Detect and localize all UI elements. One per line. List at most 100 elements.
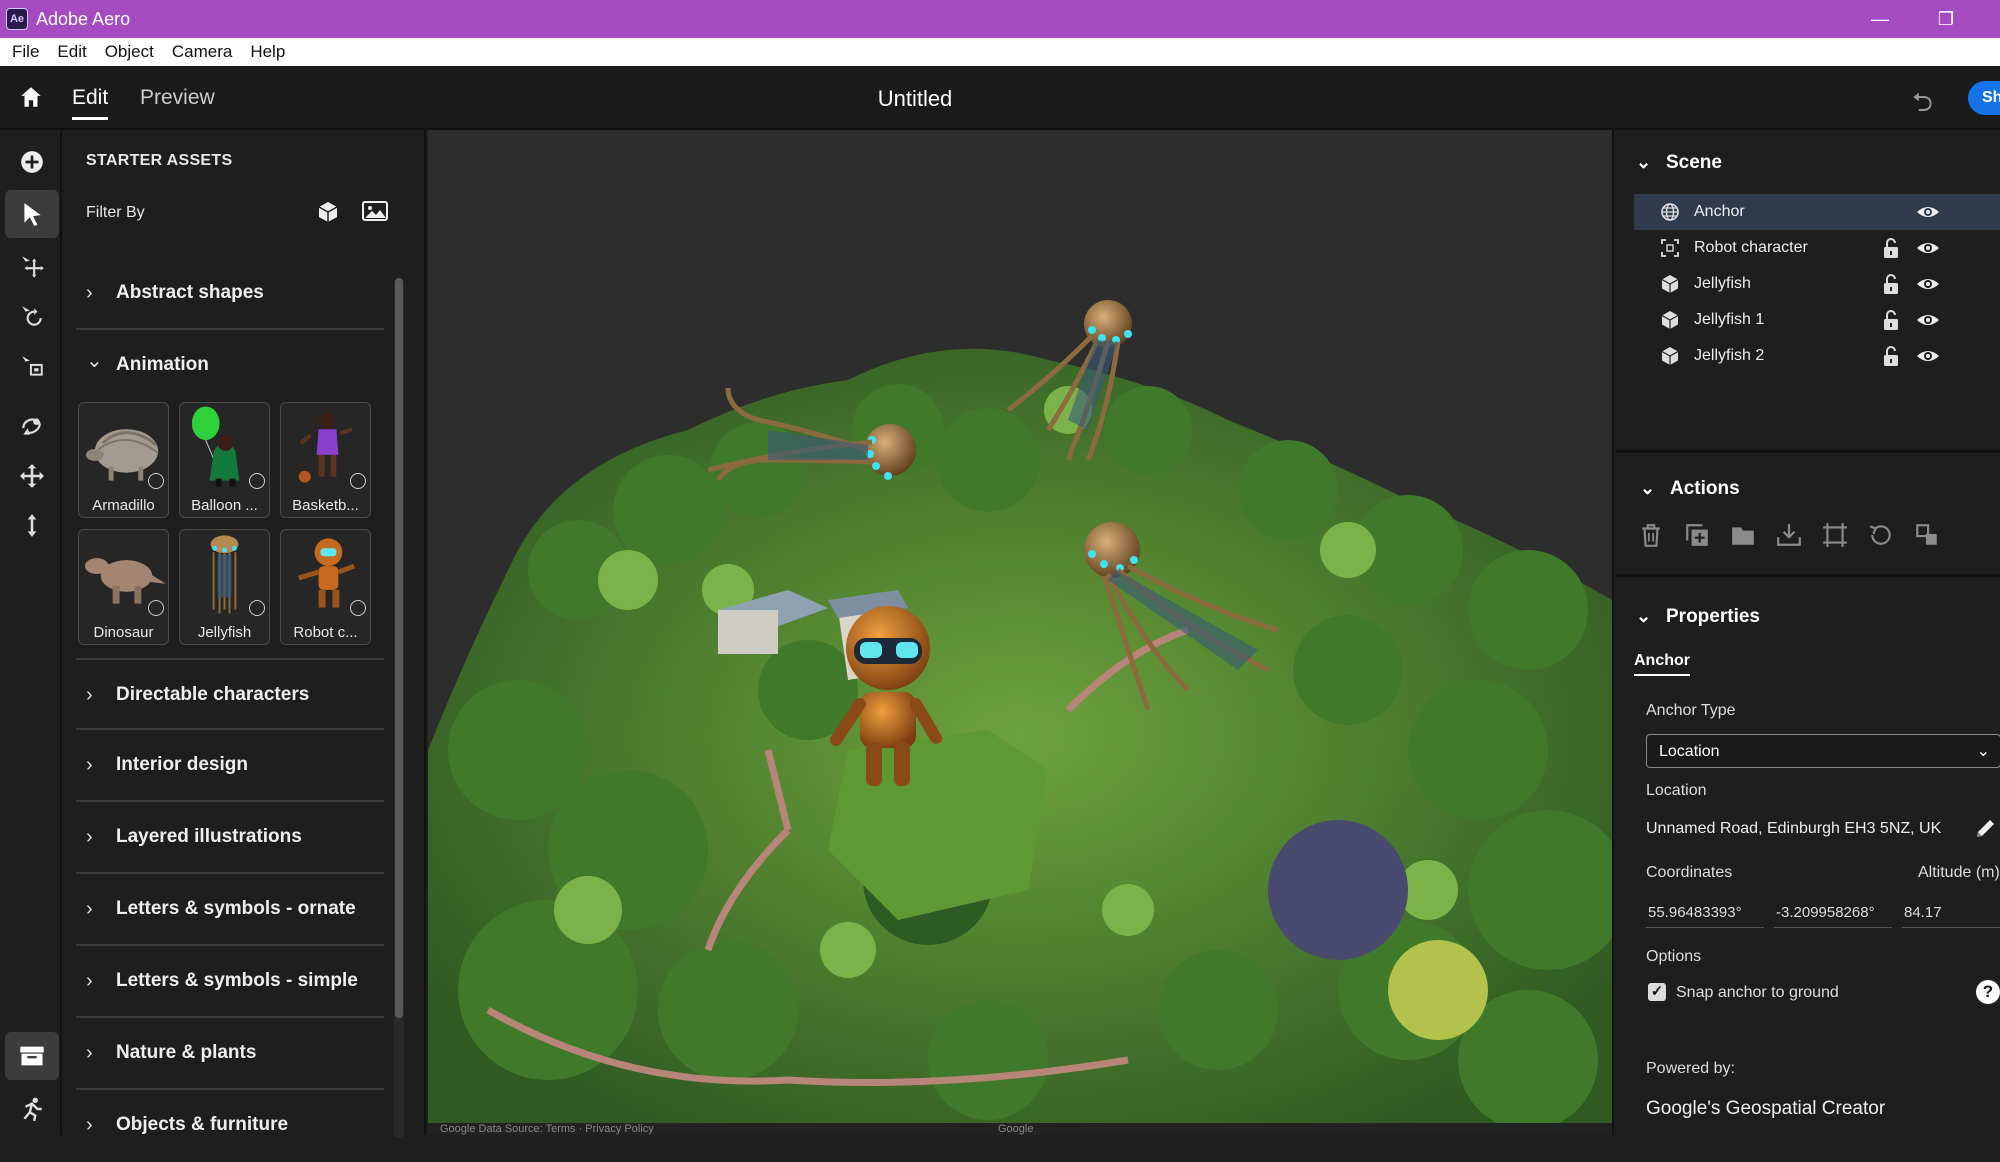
- chevron-down-icon: ⌄: [1636, 152, 1652, 172]
- category-interior-design[interactable]: › Interior design: [76, 730, 384, 802]
- category-directable-characters[interactable]: › Directable characters: [76, 658, 384, 730]
- eye-icon[interactable]: [1916, 310, 1940, 330]
- asset-card-balloon[interactable]: Balloon ...: [179, 402, 270, 518]
- category-letters-symbols-simple[interactable]: › Letters & symbols - simple: [76, 946, 384, 1018]
- pan-icon[interactable]: [5, 452, 59, 500]
- layer-name: Jellyfish: [1694, 275, 1751, 292]
- delete-icon[interactable]: [1638, 522, 1664, 548]
- scene-section-header[interactable]: ⌄ Scene: [1636, 152, 1722, 174]
- options-label: Options: [1646, 948, 1702, 965]
- yellow-tree: [1388, 940, 1488, 1040]
- scale-icon[interactable]: [5, 342, 59, 390]
- category-animation[interactable]: ⌄ Animation: [76, 330, 384, 402]
- category-label: Letters & symbols - simple: [116, 970, 358, 991]
- reset-icon[interactable]: [1868, 522, 1894, 548]
- menu-edit[interactable]: Edit: [48, 42, 95, 62]
- cube-icon: [1661, 275, 1679, 293]
- layer-jellyfish-2[interactable]: Jellyfish 2: [1634, 338, 2000, 374]
- assets-scrollbar-thumb[interactable]: [395, 278, 403, 1018]
- anchor-type-select[interactable]: Location ⌄: [1646, 734, 2000, 768]
- animated-badge-icon: [249, 473, 265, 489]
- menu-help[interactable]: Help: [241, 42, 294, 62]
- pencil-edit-icon[interactable]: [1974, 816, 1998, 840]
- folder-icon[interactable]: [1730, 522, 1756, 548]
- asset-card-jellyfish[interactable]: Jellyfish: [179, 529, 270, 645]
- 3d-viewport[interactable]: Google Data Source: Terms · Privacy Poli…: [428, 130, 1612, 1135]
- add-icon[interactable]: [5, 138, 59, 186]
- filter-by-label: Filter By: [86, 204, 145, 221]
- latitude-field[interactable]: 55.96483393°: [1646, 896, 1764, 928]
- crop-icon[interactable]: [1822, 522, 1848, 548]
- rotate-icon[interactable]: [5, 292, 59, 340]
- path-icon[interactable]: [5, 402, 59, 450]
- purple-tree: [1268, 820, 1408, 960]
- menu-camera[interactable]: Camera: [163, 42, 241, 62]
- altitude-value: 84.17: [1904, 904, 1942, 921]
- unlock-icon[interactable]: [1882, 237, 1900, 259]
- altitude-field[interactable]: 84.17: [1902, 896, 2000, 928]
- help-icon[interactable]: ?: [1976, 980, 2000, 1004]
- properties-tab-anchor[interactable]: Anchor: [1634, 652, 1690, 676]
- eye-icon[interactable]: [1916, 238, 1940, 258]
- chevron-right-icon: ›: [86, 282, 93, 304]
- asset-card-dinosaur[interactable]: Dinosaur: [78, 529, 169, 645]
- layer-jellyfish-1[interactable]: Jellyfish 1: [1634, 302, 2000, 338]
- properties-section-header[interactable]: ⌄ Properties: [1636, 606, 1760, 628]
- attribution-mid: Google: [998, 1123, 1034, 1135]
- properties-title: Properties: [1666, 606, 1760, 627]
- asset-label: Jellyfish: [197, 624, 252, 641]
- eye-icon[interactable]: [1916, 202, 1940, 222]
- asset-card-basketball[interactable]: Basketb...: [280, 402, 371, 518]
- asset-card-robot-character[interactable]: Robot c...: [280, 529, 371, 645]
- powered-by-value: Google's Geospatial Creator: [1646, 1098, 1886, 1119]
- minimize-button[interactable]: —: [1850, 0, 1910, 38]
- layer-jellyfish[interactable]: Jellyfish: [1634, 266, 2000, 302]
- category-label: Nature & plants: [116, 1042, 257, 1063]
- category-nature-plants[interactable]: › Nature & plants: [76, 1018, 384, 1090]
- select-icon[interactable]: [5, 190, 59, 238]
- title-bar: Ae Adobe Aero — ❐: [0, 0, 2000, 38]
- actions-section-header[interactable]: ⌄ Actions: [1640, 478, 1740, 500]
- category-objects-furniture[interactable]: › Objects & furniture: [76, 1090, 384, 1162]
- snap-anchor-checkbox[interactable]: ✓: [1648, 983, 1666, 1001]
- assets-title: STARTER ASSETS: [86, 152, 233, 169]
- image-filter-icon[interactable]: [362, 200, 388, 226]
- layer-anchor[interactable]: Anchor: [1634, 194, 2000, 230]
- section-divider: [1616, 574, 2000, 577]
- tool-rail: [0, 130, 62, 1135]
- vertical-move-icon[interactable]: [5, 502, 59, 550]
- move-icon[interactable]: [5, 242, 59, 290]
- assets-panel-icon[interactable]: [5, 1032, 59, 1080]
- category-label: Letters & symbols - ornate: [116, 898, 356, 919]
- undo-icon[interactable]: ⮌: [1912, 84, 1933, 128]
- latitude-value: 55.96483393°: [1648, 904, 1742, 921]
- duplicate-icon[interactable]: [1684, 522, 1710, 548]
- longitude-field[interactable]: -3.209958268°: [1774, 896, 1892, 928]
- category-letters-symbols-ornate[interactable]: › Letters & symbols - ornate: [76, 874, 384, 946]
- chevron-down-icon: ⌄: [1640, 478, 1656, 498]
- asset-label: Dinosaur: [93, 624, 154, 641]
- chevron-down-icon: ⌄: [1976, 743, 1990, 760]
- share-button[interactable]: Share: [1968, 81, 2000, 115]
- import-icon[interactable]: [1776, 522, 1802, 548]
- restore-button[interactable]: ❐: [1916, 0, 1976, 38]
- unlock-icon[interactable]: [1882, 345, 1900, 367]
- scene-title: Scene: [1666, 152, 1722, 173]
- menu-file[interactable]: File: [0, 42, 48, 62]
- eye-icon[interactable]: [1916, 346, 1940, 366]
- viewport-attribution: Google Data Source: Terms · Privacy Poli…: [428, 1123, 1612, 1135]
- replace-icon[interactable]: [1914, 522, 1940, 548]
- eye-icon[interactable]: [1916, 274, 1940, 294]
- behaviors-icon[interactable]: [5, 1085, 59, 1133]
- coordinates-label: Coordinates: [1646, 864, 1733, 881]
- layer-robot-character[interactable]: Robot character: [1634, 230, 2000, 266]
- location-label: Location: [1646, 782, 1707, 799]
- asset-card-armadillo[interactable]: Armadillo: [78, 402, 169, 518]
- unlock-icon[interactable]: [1882, 309, 1900, 331]
- 3d-model-filter-icon[interactable]: [316, 200, 342, 226]
- unlock-icon[interactable]: [1882, 273, 1900, 295]
- category-abstract-shapes[interactable]: › Abstract shapes: [76, 258, 384, 330]
- menu-object[interactable]: Object: [96, 42, 163, 62]
- category-label: Directable characters: [116, 684, 310, 705]
- category-layered-illustrations[interactable]: › Layered illustrations: [76, 802, 384, 874]
